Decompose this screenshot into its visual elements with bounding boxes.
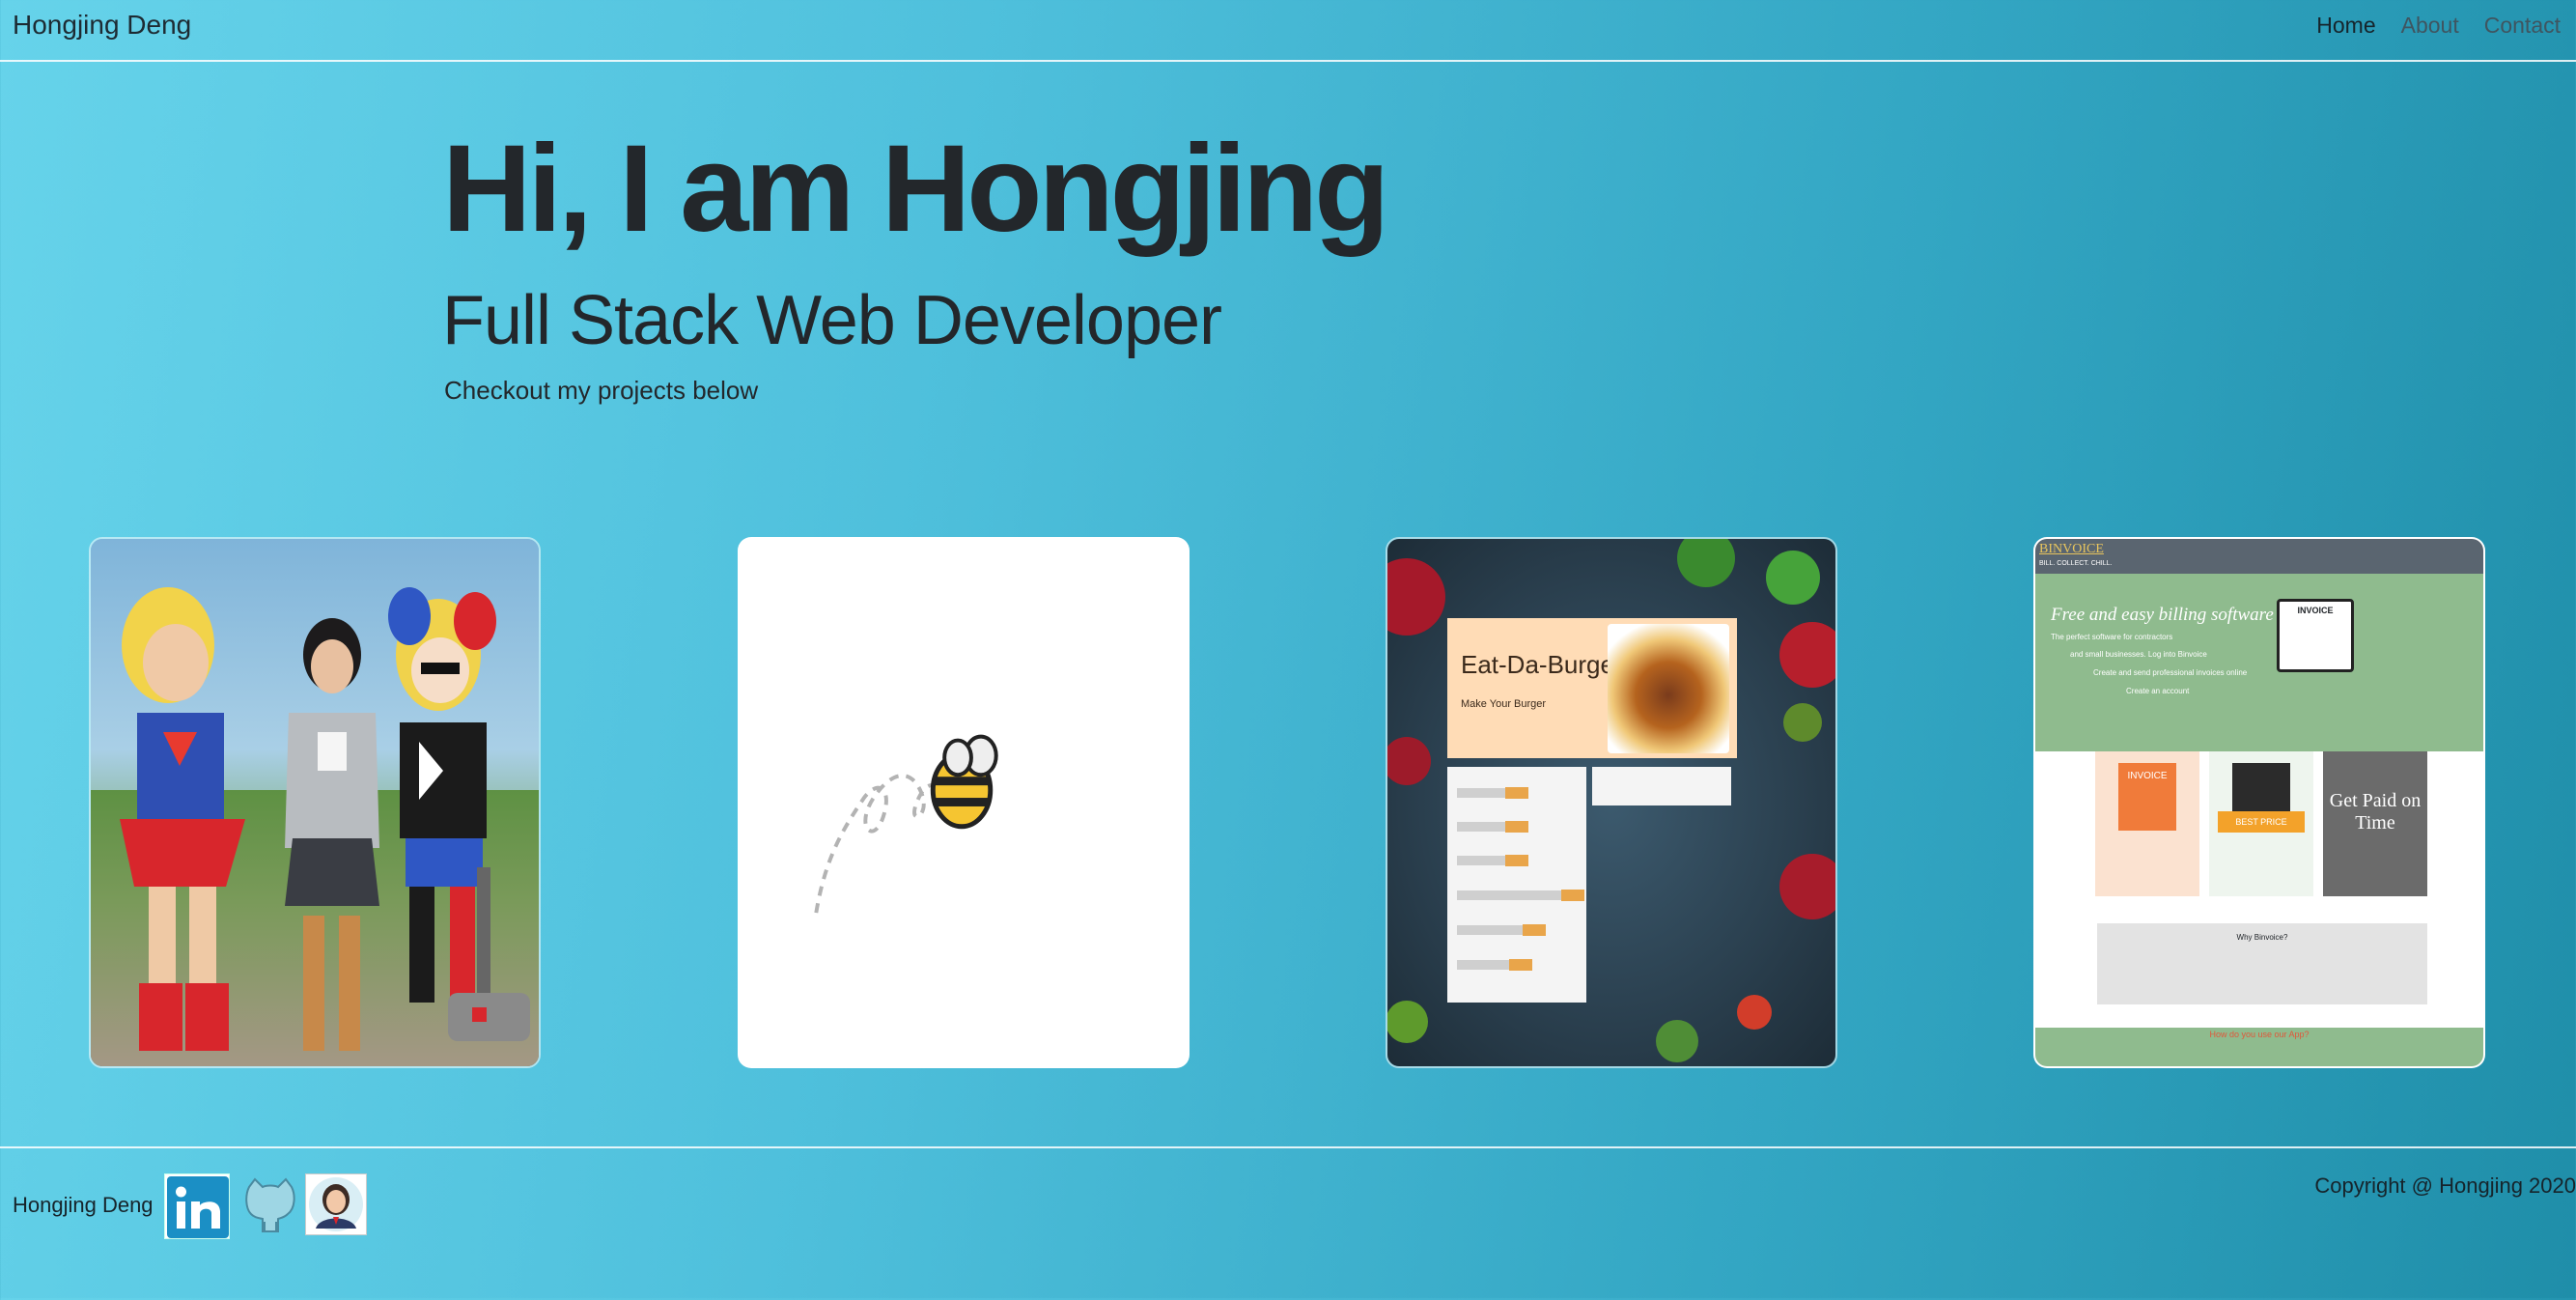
project-card-burger[interactable]: Eat-Da-Burger Make Your Burger: [1386, 537, 1837, 1068]
get-paid-tile: Get Paid on Time: [2323, 751, 2427, 896]
best-price-tile: BEST PRICE: [2209, 751, 2313, 896]
lego-photo: [91, 539, 539, 1066]
navbar: Hongjing Deng Home About Contact: [0, 0, 2576, 62]
lego-harley-figure: [388, 587, 530, 1041]
project-card-bee[interactable]: [738, 537, 1190, 1068]
devoured-list: [1592, 767, 1731, 805]
footer: Hongjing Deng Copyright @ Hongjing 2020: [0, 1146, 2576, 1300]
why-binvoice-box: Why Binvoice?: [2097, 923, 2427, 1004]
binvoice-bottom: How do you use our App?: [2035, 1028, 2483, 1066]
footer-copyright: Copyright @ Hongjing 2020: [2314, 1173, 2576, 1198]
nav-links: Home About Contact: [2304, 13, 2576, 39]
binvoice-line: The perfect software for contractors: [2051, 633, 2173, 641]
binvoice-hero: [2035, 574, 2483, 751]
lego-supergirl-figure: [120, 587, 245, 1051]
invoice-icon: INVOICE: [2277, 599, 2354, 672]
hero-subtitle: Full Stack Web Developer: [442, 282, 1222, 359]
project-card-binvoice[interactable]: BINVOICE BILL. COLLECT. CHILL. Free and …: [2033, 537, 2485, 1068]
nav-home-link[interactable]: Home: [2304, 13, 2388, 39]
hero-title: Hi, I am Hongjing: [442, 120, 1389, 258]
binvoice-line: and small businesses. Log into Binvoice: [2070, 650, 2207, 659]
bee-animation: [814, 734, 998, 914]
burger-make-label: Make Your Burger: [1461, 698, 1547, 710]
linkedin-icon[interactable]: [164, 1173, 230, 1239]
person-photo: [285, 618, 379, 1051]
burger-screenshot: Eat-Da-Burger Make Your Burger: [1387, 539, 1835, 1066]
project-card-photo[interactable]: [89, 537, 541, 1068]
invoice-tile: INVOICE: [2095, 751, 2199, 896]
binvoice-tagline: BILL. COLLECT. CHILL.: [2039, 560, 2113, 567]
nav-about-link[interactable]: About: [2389, 13, 2472, 39]
github-icon[interactable]: [239, 1173, 301, 1239]
binvoice-logo: BINVOICE: [2039, 542, 2104, 556]
binvoice-line: Create an account: [2126, 687, 2190, 695]
binvoice-line: Create and send professional invoices on…: [2093, 668, 2248, 677]
binvoice-headline: Free and easy billing software: [2051, 605, 2274, 625]
nav-contact-link[interactable]: Contact: [2472, 13, 2576, 39]
avatar-icon[interactable]: [305, 1173, 367, 1235]
burger-image: [1608, 624, 1729, 753]
burger-title: Eat-Da-Burger: [1461, 650, 1623, 679]
burger-list: [1447, 767, 1586, 1003]
footer-name: Hongjing Deng: [13, 1193, 154, 1217]
navbar-brand[interactable]: Hongjing Deng: [13, 10, 191, 41]
hero-lead: Checkout my projects below: [444, 376, 759, 405]
binvoice-header: BINVOICE BILL. COLLECT. CHILL.: [2035, 539, 2483, 574]
